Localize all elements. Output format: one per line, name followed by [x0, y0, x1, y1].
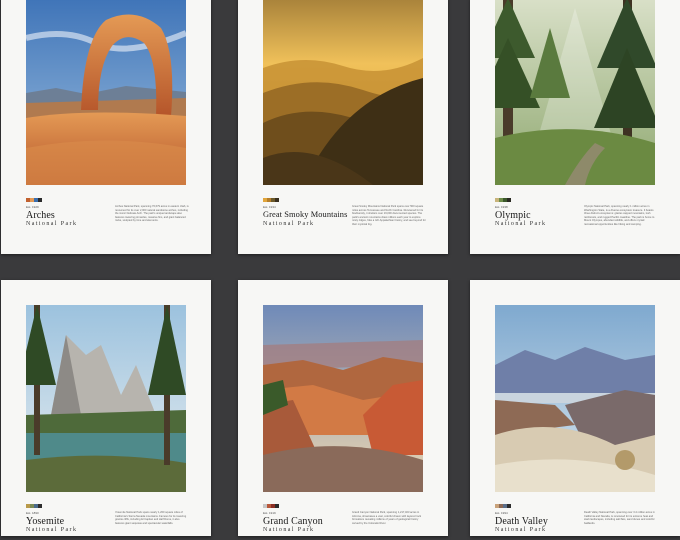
poster-great-smoky-mountains[interactable]: Est. 1934 Great Smoky Mountains National…: [238, 0, 448, 254]
color-swatch: [275, 198, 279, 202]
established-year: Est. 1938: [495, 205, 508, 209]
color-swatch: [507, 198, 511, 202]
park-description: Olympic National Park, spanning nearly 1…: [584, 205, 655, 226]
established-year: Est. 1919: [263, 511, 276, 515]
color-palette: [495, 504, 511, 508]
color-palette: [495, 198, 511, 202]
park-description: Yosemite National Park spans nearly 1,20…: [115, 511, 187, 525]
painting-olympic: [495, 0, 655, 185]
park-name: Arches: [26, 210, 55, 221]
park-name: Death Valley: [495, 516, 548, 527]
park-subtitle: National Park: [495, 527, 547, 533]
park-name: Grand Canyon: [263, 516, 323, 527]
color-swatch: [38, 198, 42, 202]
established-year: Est. 1890: [26, 511, 39, 515]
park-description: Arches National Park, spanning 76,679 ac…: [115, 205, 189, 222]
poster-death-valley[interactable]: Est. 1994 Death Valley National Park Dea…: [470, 280, 680, 536]
painting-yosemite: [26, 305, 186, 492]
park-description: Death Valley National Park, spanning ove…: [584, 511, 655, 525]
park-subtitle: National Park: [495, 221, 547, 227]
park-description: Great Smoky Mountains National Park span…: [352, 205, 426, 226]
color-palette: [26, 504, 42, 508]
poster-grand-canyon[interactable]: Est. 1919 Grand Canyon National Park Gra…: [238, 280, 448, 536]
poster-arches[interactable]: Est. 1929 Arches National Park Arches Na…: [1, 0, 211, 254]
established-year: Est. 1934: [263, 205, 276, 209]
park-subtitle: National Park: [26, 221, 78, 227]
color-swatch: [507, 504, 511, 508]
painting-grand-canyon: [263, 305, 423, 492]
poster-olympic[interactable]: Est. 1938 Olympic National Park Olympic …: [470, 0, 680, 254]
park-subtitle: National Park: [263, 221, 315, 227]
park-description: Grand Canyon National Park, spanning 1,2…: [352, 511, 422, 525]
established-year: Est. 1929: [26, 205, 39, 209]
painting-death-valley: [495, 305, 655, 492]
poster-yosemite[interactable]: Est. 1890 Yosemite National Park Yosemit…: [1, 280, 211, 536]
park-subtitle: National Park: [263, 527, 315, 533]
park-subtitle: National Park: [26, 527, 78, 533]
color-swatch: [38, 504, 42, 508]
color-swatch: [275, 504, 279, 508]
park-name: Great Smoky Mountains: [263, 210, 348, 219]
established-year: Est. 1994: [495, 511, 508, 515]
park-name: Yosemite: [26, 516, 65, 527]
color-palette: [263, 198, 279, 202]
park-name: Olympic: [495, 210, 531, 221]
painting-arches: [26, 0, 186, 185]
color-palette: [263, 504, 279, 508]
painting-great-smoky-mountains: [263, 0, 423, 185]
color-palette: [26, 198, 42, 202]
